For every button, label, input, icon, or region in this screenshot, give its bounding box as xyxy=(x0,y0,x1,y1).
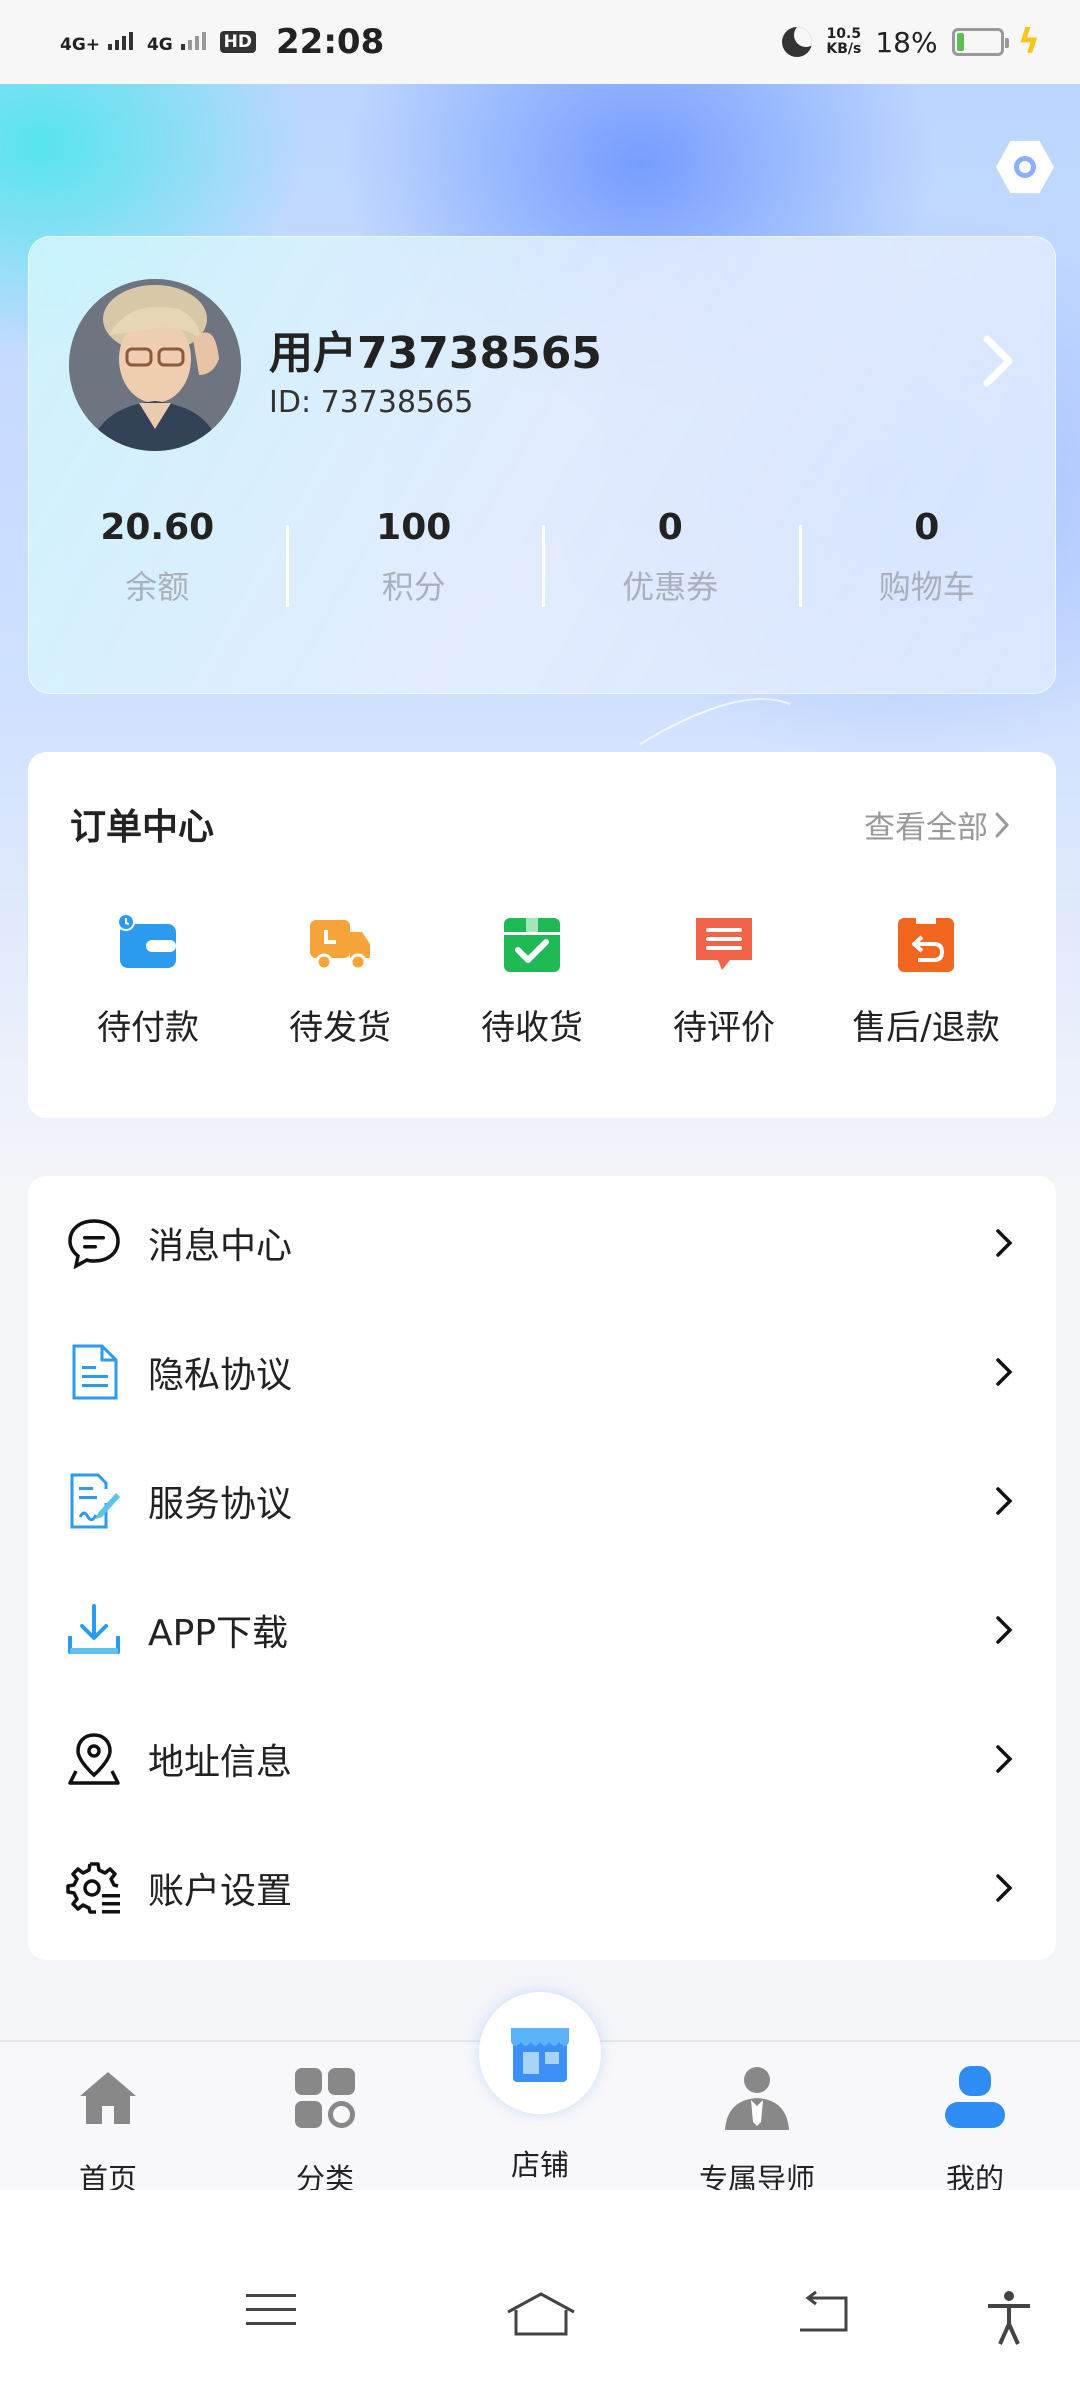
order-pending-shipment[interactable]: 待发货 xyxy=(250,912,430,1049)
category-icon xyxy=(295,2068,355,2128)
order-after-sales[interactable]: 售后/退款 xyxy=(826,912,1026,1049)
accessibility-icon[interactable] xyxy=(986,2290,1032,2346)
package-check-icon xyxy=(504,918,560,972)
wallet-icon xyxy=(117,913,176,968)
chevron-right-icon xyxy=(996,1228,1013,1257)
order-label: 待收货 xyxy=(481,1008,583,1048)
refund-box-icon xyxy=(898,918,954,972)
order-center-card: 订单中心 查看全部 待付款 待发货 待收货 待评价 售后/退款 xyxy=(28,752,1056,1118)
tab-home[interactable]: 首页 xyxy=(18,2062,198,2198)
menu-label: 账户设置 xyxy=(148,1870,293,1912)
settings-button[interactable] xyxy=(996,138,1054,196)
chevron-right-icon xyxy=(996,1486,1013,1515)
stat-label: 余额 xyxy=(125,568,190,606)
home-nav-icon[interactable] xyxy=(506,2290,576,2338)
signal-strength-icon: 4G+ xyxy=(60,30,133,54)
stat-points[interactable]: 100 积分 xyxy=(285,507,543,608)
menu-item-address[interactable]: 地址信息 xyxy=(28,1694,1056,1823)
order-center-title: 订单中心 xyxy=(70,807,215,848)
speed-unit: KB/s xyxy=(826,41,862,57)
stat-label: 优惠券 xyxy=(622,568,719,606)
back-icon[interactable] xyxy=(796,2290,850,2334)
stat-value: 0 xyxy=(657,507,683,548)
chevron-right-icon xyxy=(996,1873,1013,1902)
order-label: 待付款 xyxy=(97,1008,199,1048)
order-pending-review[interactable]: 待评价 xyxy=(634,912,814,1049)
stat-cart[interactable]: 0 购物车 xyxy=(798,507,1056,608)
comment-icon xyxy=(696,918,752,970)
hd-voice-icon: HD xyxy=(219,31,257,53)
chevron-right-icon xyxy=(996,1744,1013,1773)
menu-item-account-settings[interactable]: 账户设置 xyxy=(28,1823,1056,1952)
location-pin-icon xyxy=(68,1732,120,1785)
order-pending-receipt[interactable]: 待收货 xyxy=(442,912,622,1049)
network-type-label-2: 4G xyxy=(146,35,173,55)
mentor-icon xyxy=(725,2067,789,2130)
document-icon xyxy=(72,1344,118,1399)
signal-strength-icon-2: 4G xyxy=(147,30,206,54)
network-type-label: 4G+ xyxy=(60,35,101,55)
profile-card[interactable]: 用户73738565 ID: 73738565 20.60 余额 100 积分 … xyxy=(28,236,1056,694)
username: 用户73738565 xyxy=(269,328,602,379)
menu-item-app-download[interactable]: APP下载 xyxy=(28,1565,1056,1694)
view-all-orders-link[interactable]: 查看全部 xyxy=(864,802,1010,847)
menu-label: 隐私协议 xyxy=(148,1354,293,1396)
menu-item-service-agreement[interactable]: 服务协议 xyxy=(28,1436,1056,1565)
system-navigation-bar xyxy=(0,2190,1080,2400)
order-label: 待发货 xyxy=(289,1008,391,1048)
avatar[interactable] xyxy=(69,279,241,451)
stat-label: 积分 xyxy=(381,568,446,606)
network-speed: 10.5 KB/s xyxy=(826,27,861,57)
menu-item-privacy-policy[interactable]: 隐私协议 xyxy=(28,1307,1056,1436)
truck-icon xyxy=(310,920,370,971)
do-not-disturb-icon xyxy=(782,27,813,57)
order-pending-payment[interactable]: 待付款 xyxy=(58,912,238,1049)
download-icon xyxy=(68,1603,120,1654)
tab-me[interactable]: 我的 xyxy=(885,2062,1065,2198)
stat-balance[interactable]: 20.60 余额 xyxy=(29,507,286,608)
view-all-label: 查看全部 xyxy=(864,810,988,846)
menu-label: 服务协议 xyxy=(148,1483,293,1525)
stat-coupons[interactable]: 0 优惠券 xyxy=(542,507,799,608)
tab-mentor[interactable]: 专属导师 xyxy=(667,2062,847,2198)
menu-label: APP下载 xyxy=(148,1612,289,1654)
stat-value: 20.60 xyxy=(100,507,215,548)
chevron-right-icon xyxy=(995,812,1010,837)
gear-icon xyxy=(66,1861,120,1914)
charging-bolt-icon: ϟ xyxy=(1017,22,1040,62)
user-icon xyxy=(945,2066,1005,2128)
order-status-list: 待付款 待发货 待收货 待评价 售后/退款 xyxy=(28,912,1056,1049)
message-icon xyxy=(68,1218,120,1269)
settings-menu: 消息中心 隐私协议 服务协议 APP下载 地址信息 账户设置 xyxy=(28,1176,1056,1960)
order-label: 待评价 xyxy=(673,1008,775,1048)
menu-icon[interactable] xyxy=(244,2290,298,2330)
order-label: 售后/退款 xyxy=(852,1008,1000,1048)
chevron-right-icon xyxy=(996,1615,1013,1644)
stat-label: 购物车 xyxy=(878,568,975,606)
tab-shop[interactable] xyxy=(479,1992,601,2114)
clock: 22:08 xyxy=(276,22,385,62)
user-id: ID: 73738565 xyxy=(269,385,474,420)
settings-hex-icon xyxy=(996,140,1054,194)
home-icon xyxy=(80,2072,136,2124)
chevron-right-icon xyxy=(996,1357,1013,1386)
battery-percentage: 18% xyxy=(875,25,938,59)
signed-document-icon xyxy=(70,1473,120,1528)
status-bar: 4G+ 4G HD 22:08 10.5 KB/s 18% ϟ xyxy=(0,0,1080,84)
stat-value: 0 xyxy=(914,507,940,548)
account-stats: 20.60 余额 100 积分 0 优惠券 0 购物车 xyxy=(29,507,1055,608)
tab-shop-label: 店铺 xyxy=(510,2148,569,2182)
menu-label: 消息中心 xyxy=(148,1225,293,1267)
stat-value: 100 xyxy=(376,507,452,548)
battery-icon xyxy=(951,28,1009,56)
menu-item-messages[interactable]: 消息中心 xyxy=(28,1178,1056,1307)
shop-icon xyxy=(511,2028,569,2082)
chevron-right-icon[interactable] xyxy=(975,331,1019,391)
menu-label: 地址信息 xyxy=(148,1741,293,1783)
tab-category[interactable]: 分类 xyxy=(235,2062,415,2198)
speed-value: 10.5 xyxy=(826,26,862,42)
